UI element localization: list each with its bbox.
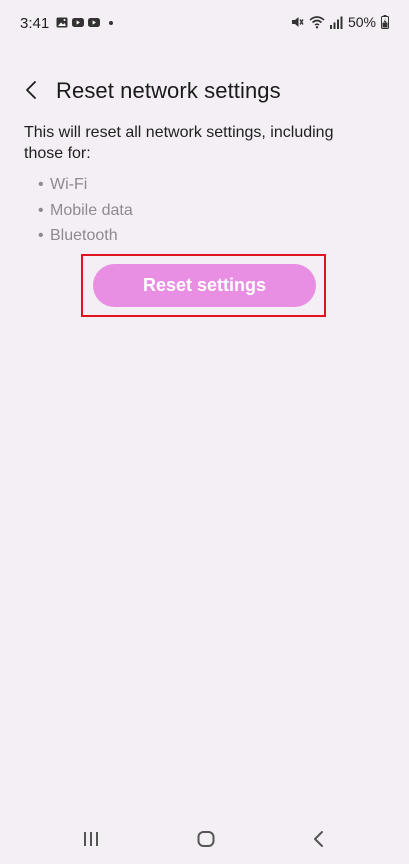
navigation-bar [0, 816, 409, 864]
gallery-icon [56, 17, 68, 28]
list-item-bluetooth: • Bluetooth [38, 223, 133, 249]
affected-settings-list: • Wi-Fi • Mobile data • Bluetooth [38, 172, 133, 249]
battery-icon [381, 15, 389, 29]
page-title: Reset network settings [56, 78, 281, 103]
mute-icon [291, 17, 304, 27]
app-bar: Reset network settings [0, 70, 409, 110]
list-item-label: Wi-Fi [50, 176, 88, 193]
status-bar: 3:41 50% [0, 0, 409, 48]
list-item-label: Bluetooth [50, 227, 118, 244]
battery-percent: 50% [347, 14, 376, 30]
bullet: • [38, 227, 44, 244]
bullet: • [38, 201, 44, 219]
list-item-mobile-data: • Mobile data [38, 198, 133, 224]
back-icon[interactable] [310, 830, 328, 848]
bullet: • [38, 176, 44, 193]
status-time: 3:41 [20, 15, 50, 32]
recents-icon[interactable] [82, 830, 100, 848]
wifi-icon [309, 16, 325, 29]
description-text: This will reset all network settings, in… [24, 124, 334, 162]
list-item-wifi: • Wi-Fi [38, 172, 133, 198]
signal-icon [329, 16, 343, 29]
notification-icons [56, 17, 113, 28]
reset-settings-button[interactable]: Reset settings [93, 264, 316, 307]
home-icon[interactable] [197, 830, 215, 848]
youtube-icon [88, 18, 100, 27]
back-button[interactable] [16, 74, 48, 106]
chevron-left-icon [26, 81, 36, 99]
list-item-label: Mobile data [50, 201, 133, 219]
youtube-icon [72, 18, 84, 27]
system-status: 50% [290, 14, 389, 30]
more-notifications-dot [109, 20, 113, 25]
